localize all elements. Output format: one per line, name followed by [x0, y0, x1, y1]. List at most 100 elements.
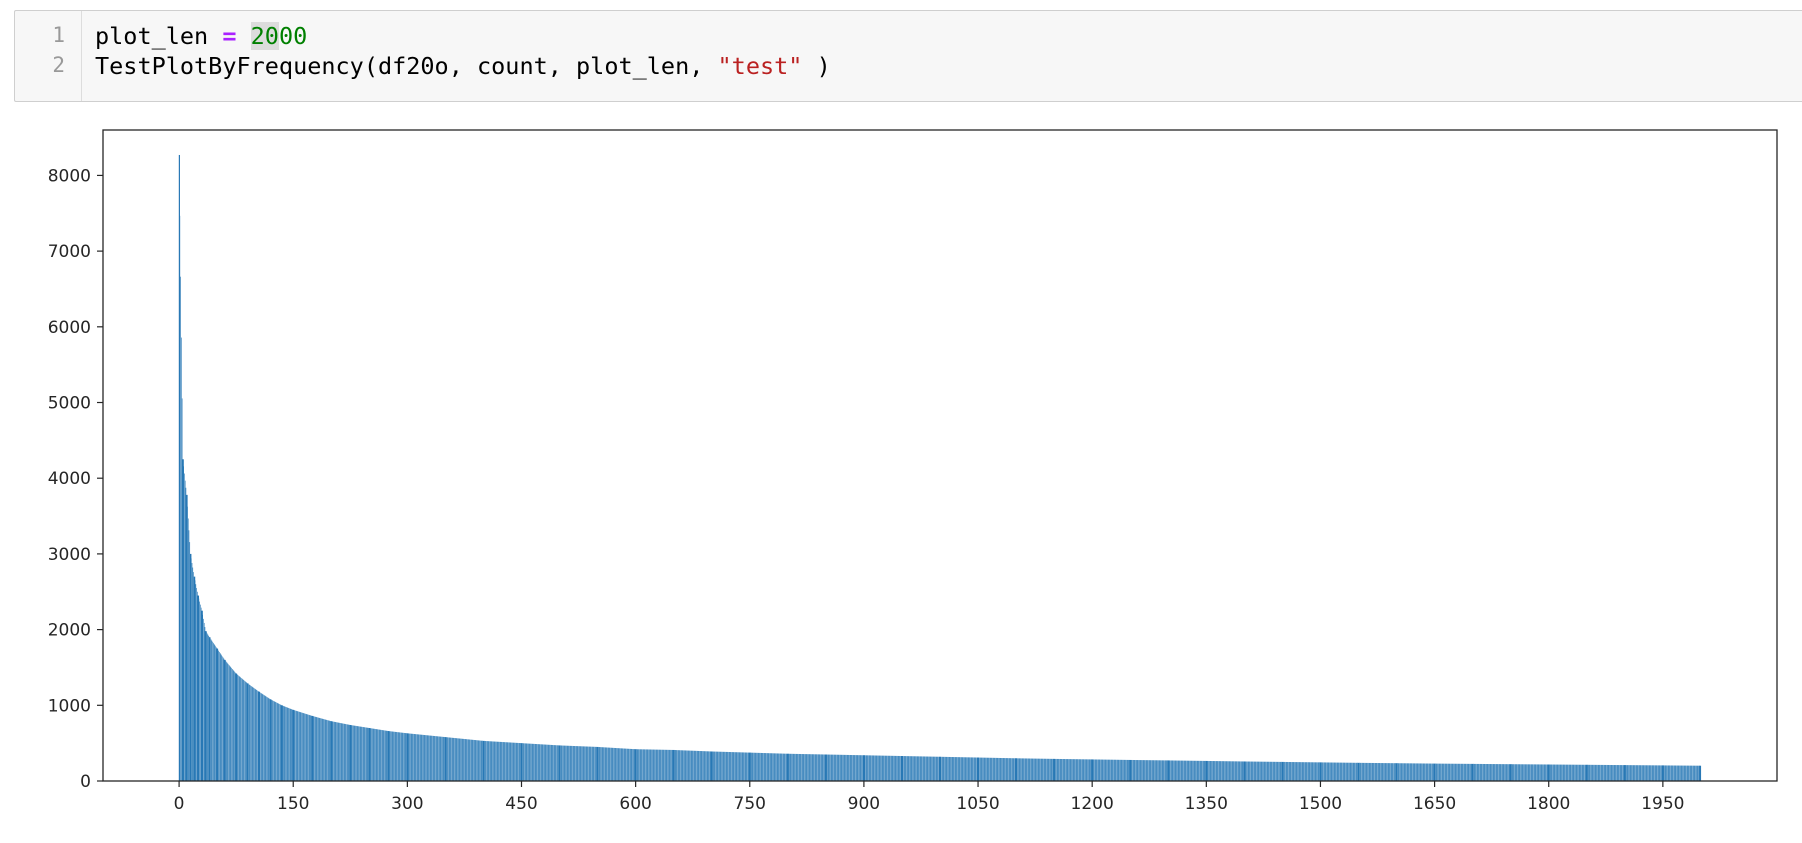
bar [267, 697, 268, 781]
bar [1014, 758, 1015, 781]
bar [1504, 764, 1505, 781]
bar [1267, 761, 1269, 781]
bar [544, 744, 546, 781]
bar [211, 640, 213, 781]
bar [1416, 763, 1417, 781]
bar [591, 746, 593, 781]
bar [1411, 763, 1413, 781]
x-tick-label: 1200 [1071, 794, 1114, 814]
bar [611, 747, 613, 781]
bar [1085, 759, 1087, 781]
bar [1380, 763, 1381, 781]
bar [1040, 758, 1041, 781]
bar [1228, 761, 1229, 781]
bar [1145, 760, 1146, 781]
bar [798, 753, 799, 781]
bar [1568, 764, 1570, 781]
bar [1272, 761, 1274, 781]
bar [1679, 765, 1680, 781]
bar [667, 749, 668, 781]
bar [1050, 758, 1052, 781]
bar [1452, 763, 1454, 781]
bar [941, 756, 943, 781]
bar [1002, 758, 1003, 781]
bar [810, 754, 811, 781]
bar [773, 753, 774, 781]
bar [1332, 762, 1333, 781]
bar [604, 747, 606, 781]
bar [492, 741, 493, 781]
bar [1192, 760, 1193, 781]
bar [804, 754, 805, 781]
bar [1537, 764, 1539, 781]
bar [1292, 762, 1293, 781]
bar [199, 601, 200, 781]
bar [1436, 763, 1438, 781]
bar [1381, 763, 1383, 781]
bar [665, 749, 666, 781]
bar [1271, 761, 1273, 781]
bar [1598, 764, 1600, 781]
bar [887, 755, 889, 781]
bar [1021, 758, 1022, 781]
bar [1069, 759, 1071, 781]
bar [427, 735, 429, 781]
bar [811, 754, 812, 781]
bar [937, 756, 939, 781]
bar [213, 642, 214, 781]
bar [446, 737, 448, 781]
bar [1329, 762, 1330, 781]
bar [1648, 765, 1650, 781]
bar [1620, 765, 1622, 781]
bar [748, 752, 750, 781]
bar [1667, 765, 1669, 781]
bar [629, 748, 630, 781]
bar [926, 756, 928, 781]
bar [1632, 765, 1634, 781]
bar [474, 740, 476, 781]
bar [822, 754, 824, 781]
bar [1246, 761, 1247, 781]
bar [398, 732, 400, 781]
bar [572, 745, 573, 781]
bar [329, 720, 331, 781]
bar [555, 745, 557, 781]
bar [785, 753, 787, 781]
bar [1491, 764, 1492, 781]
bar [1132, 759, 1133, 781]
bar [298, 711, 299, 781]
bar [1697, 765, 1699, 781]
x-tick-label: 0 [174, 794, 185, 814]
bar [1665, 765, 1667, 781]
bar [656, 749, 658, 781]
bar [843, 754, 845, 781]
bar [1198, 760, 1200, 781]
bar [772, 753, 773, 781]
bar [1578, 764, 1580, 781]
bar [728, 752, 730, 781]
bar [1223, 761, 1225, 781]
bar [1057, 758, 1059, 781]
bar [1127, 759, 1129, 781]
bar [999, 757, 1001, 781]
bar [1693, 765, 1694, 781]
bar [248, 684, 250, 781]
bar [1275, 761, 1276, 781]
bar [1517, 764, 1519, 781]
bar [1451, 763, 1452, 781]
bar [1018, 758, 1019, 781]
bar [498, 741, 499, 781]
bar [897, 755, 899, 781]
bar [728, 751, 729, 781]
bar [1473, 763, 1474, 781]
bar [190, 558, 192, 781]
bar [1638, 765, 1640, 781]
bar [1094, 759, 1095, 781]
bar [1168, 760, 1170, 781]
bar [709, 751, 711, 781]
bar [1428, 763, 1429, 781]
bar [703, 751, 704, 781]
bar [685, 750, 687, 781]
bar [528, 743, 529, 781]
bar [543, 744, 544, 781]
